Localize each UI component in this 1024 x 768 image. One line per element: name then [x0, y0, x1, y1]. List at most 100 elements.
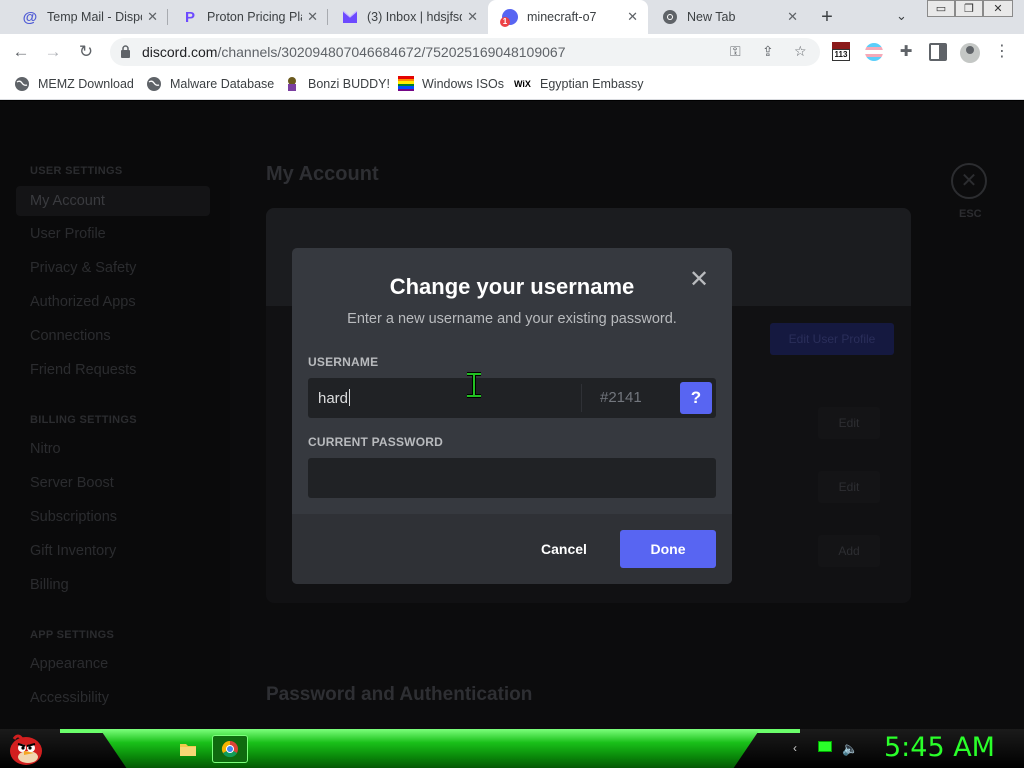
close-tab-icon[interactable]: ✕ [627, 9, 638, 25]
bookmarks-bar: MEMZ Download Malware Database Bonzi BUD… [0, 70, 1024, 100]
chevron-down-icon[interactable]: ⌄ [896, 8, 907, 24]
sidebar-item-friend-requests[interactable]: Friend Requests [30, 362, 136, 378]
sidebar-item-privacy-safety[interactable]: Privacy & Safety [30, 260, 136, 276]
close-tab-icon[interactable]: ✕ [787, 9, 798, 25]
chrome-taskbar-icon[interactable] [212, 735, 248, 763]
bookmark-label: MEMZ Download [38, 77, 134, 91]
calendar-extension-icon[interactable]: 113 [832, 42, 852, 64]
discriminator-help-button[interactable]: ? [680, 382, 712, 414]
tab-strip: @ Temp Mail - Disposable ✕ P Proton Pric… [0, 0, 1024, 34]
key-icon[interactable]: ⚿ [730, 43, 741, 60]
bonzi-icon [284, 76, 300, 92]
address-bar[interactable]: discord.com/channels/302094807046684672/… [110, 38, 820, 66]
sidebar-item-server-boost[interactable]: Server Boost [30, 475, 114, 491]
username-input[interactable]: hard [318, 389, 351, 407]
volume-icon[interactable]: 🔈 [842, 741, 858, 757]
modal-footer: Cancel Done [292, 514, 732, 584]
edit-email-button[interactable]: Edit [818, 471, 880, 503]
new-tab-plus-icon[interactable]: + [816, 6, 838, 29]
sidebar-item-gift-inventory[interactable]: Gift Inventory [30, 543, 116, 559]
close-settings-icon[interactable]: ✕ [951, 163, 987, 199]
username-field[interactable]: hard #2141 ? [308, 378, 716, 418]
minimize-icon[interactable]: ▭ [927, 0, 955, 17]
tab-temp-mail[interactable]: @ Temp Mail - Disposable ✕ [8, 0, 168, 34]
globe-icon [146, 76, 162, 92]
restore-icon[interactable]: ❐ [955, 0, 983, 17]
sidebar-header-user-settings: USER SETTINGS [30, 165, 123, 177]
share-icon[interactable]: ⇪ [762, 43, 774, 60]
username-label: USERNAME [308, 355, 379, 369]
lock-icon[interactable] [120, 45, 131, 58]
tab-title: New Tab [687, 10, 736, 24]
done-button[interactable]: Done [620, 530, 716, 568]
forward-arrow-icon[interactable]: → [42, 41, 64, 63]
sidebar-item-accessibility[interactable]: Accessibility [30, 690, 109, 706]
bookmark-label: Windows ISOs [422, 76, 504, 91]
sidebar-item-appearance[interactable]: Appearance [30, 656, 108, 672]
bookmark-label: Bonzi BUDDY! [308, 77, 390, 91]
username-value: hard [318, 390, 349, 407]
sidebar-item-my-account[interactable]: My Account [16, 186, 210, 216]
add-phone-button[interactable]: Add [818, 535, 880, 567]
tab-new-tab[interactable]: New Tab ✕ [648, 0, 808, 34]
sidebar-header-billing: BILLING SETTINGS [30, 414, 137, 426]
tab-minecraft-o7[interactable]: 1 minecraft-o7 ✕ [488, 0, 648, 34]
bookmark-star-icon[interactable]: ☆ [794, 43, 807, 60]
show-hidden-icons-icon[interactable]: ‹ [793, 741, 809, 757]
sidebar-item-billing[interactable]: Billing [30, 577, 69, 593]
sidebar-item-user-profile[interactable]: User Profile [30, 226, 106, 242]
bookmark-bonzi-buddy[interactable]: Bonzi BUDDY! [284, 76, 390, 92]
reload-icon[interactable]: ↻ [75, 41, 97, 63]
tab-proton-inbox[interactable]: (3) Inbox | hdsjfsdfd ✕ [328, 0, 488, 34]
bookmark-windows-isos[interactable]: Windows ISOs [398, 76, 504, 91]
puzzle-extensions-icon[interactable]: ✚ [895, 41, 917, 63]
sidebar-item-nitro[interactable]: Nitro [30, 441, 61, 457]
close-tab-icon[interactable]: ✕ [467, 9, 478, 25]
current-password-field[interactable] [308, 458, 716, 498]
change-username-modal: ✕ Change your username Enter a new usern… [292, 248, 732, 584]
network-icon[interactable] [818, 741, 834, 757]
proton-icon: P [184, 8, 195, 26]
angry-bird-start-icon[interactable] [6, 731, 46, 767]
close-tab-icon[interactable]: ✕ [307, 9, 318, 25]
taskbar: ‹ 🔈 5:45 AM [0, 729, 1024, 768]
sidebar-item-connections[interactable]: Connections [30, 328, 111, 344]
bookmark-memz[interactable]: MEMZ Download [14, 76, 134, 92]
edit-username-button[interactable]: Edit [818, 407, 880, 439]
bookmark-malware-database[interactable]: Malware Database [146, 76, 274, 92]
tab-title: Proton Pricing Plans [207, 10, 302, 24]
edit-user-profile-button[interactable]: Edit User Profile [770, 323, 894, 355]
url-domain: discord.com [142, 44, 218, 60]
rainbow-flag-icon [398, 76, 414, 91]
close-tab-icon[interactable]: ✕ [147, 9, 158, 25]
password-auth-title: Password and Authentication [266, 684, 533, 705]
proton-mail-icon [342, 9, 358, 25]
text-caret [349, 389, 351, 406]
settings-sidebar: USER SETTINGS My Account User Profile Pr… [0, 101, 230, 729]
back-arrow-icon[interactable]: ← [10, 41, 32, 63]
clock[interactable]: 5:45 AM [884, 732, 995, 763]
kebab-menu-icon[interactable]: ⋮ [991, 41, 1013, 63]
browser-toolbar: ← → ↻ discord.com/channels/3020948070466… [0, 34, 1024, 70]
profile-avatar-icon[interactable] [960, 43, 980, 63]
close-window-icon[interactable]: ✕ [983, 0, 1013, 17]
tab-title: minecraft-o7 [527, 10, 597, 24]
side-panel-icon[interactable] [929, 43, 947, 61]
tab-proton-pricing[interactable]: P Proton Pricing Plans ✕ [168, 0, 328, 34]
cancel-button[interactable]: Cancel [524, 530, 604, 568]
folder-icon[interactable] [170, 735, 206, 763]
bookmark-egyptian-embassy[interactable]: WiX Egyptian Embassy [514, 76, 644, 92]
trans-flag-extension-icon[interactable] [865, 43, 883, 61]
sidebar-item-authorized-apps[interactable]: Authorized Apps [30, 294, 136, 310]
modal-title: Change your username [389, 274, 635, 299]
sidebar-item-subscriptions[interactable]: Subscriptions [30, 509, 117, 525]
at-sign-icon: @ [22, 8, 38, 26]
password-label: CURRENT PASSWORD [308, 435, 443, 449]
discord-notification-icon: 1 [500, 9, 518, 27]
extension-badge: 113 [832, 49, 850, 61]
tab-title: (3) Inbox | hdsjfsdfd [367, 10, 462, 24]
sidebar-header-app-settings: APP SETTINGS [30, 629, 115, 641]
bookmark-label: Malware Database [170, 77, 275, 91]
url-path: /channels/302094807046684672/75202516904… [217, 44, 566, 60]
discriminator: #2141 [600, 389, 642, 406]
